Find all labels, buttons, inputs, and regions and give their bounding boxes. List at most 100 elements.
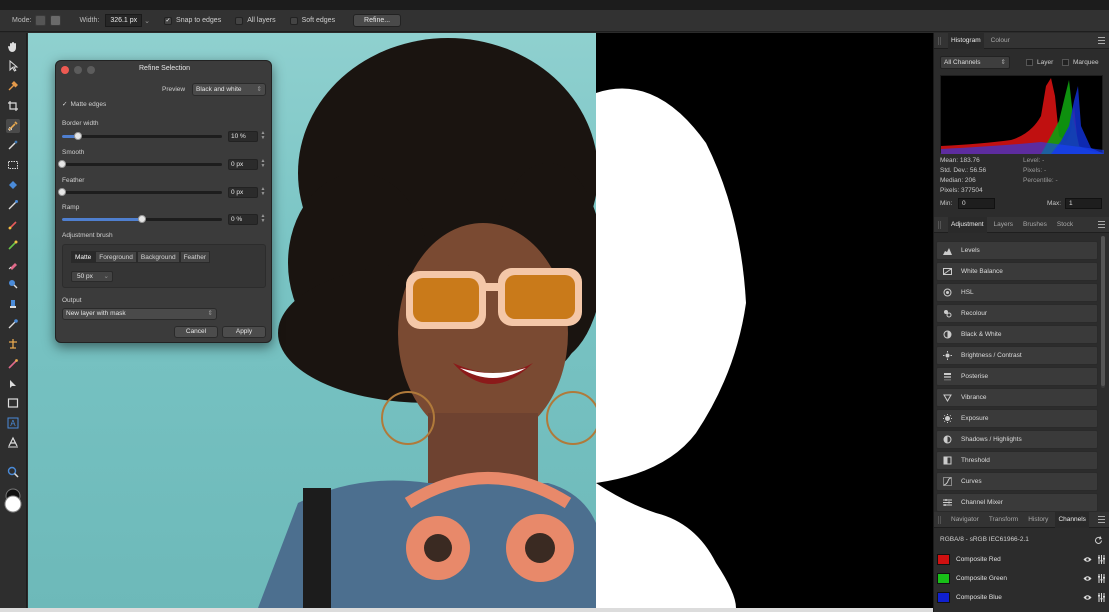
pixel-brush-icon[interactable] [6, 218, 20, 232]
magic-wand-icon[interactable] [6, 138, 20, 152]
adjustment-item-posterise[interactable]: Posterise [936, 367, 1098, 386]
scrollbar-thumb[interactable] [1101, 236, 1105, 386]
channel-row-green[interactable]: Composite Green [934, 569, 1109, 587]
tab-stock[interactable]: Stock [1054, 217, 1076, 233]
tab-layers[interactable]: Layers [991, 217, 1017, 233]
max-input[interactable]: 1 [1065, 198, 1102, 209]
stepper-icon[interactable]: ▲ ▼ [260, 214, 266, 225]
ramp-input[interactable]: 0 % [228, 214, 258, 225]
channel-options-icon[interactable] [1096, 573, 1106, 583]
adjustment-item-vibrance[interactable]: Vibrance [936, 388, 1098, 407]
eyedropper-icon[interactable] [6, 79, 20, 93]
adjustment-item-exposure[interactable]: Exposure [936, 409, 1098, 428]
grip-icon[interactable] [938, 516, 941, 524]
stepper-icon[interactable]: ▲ ▼ [260, 131, 266, 142]
clone-icon[interactable] [6, 297, 20, 311]
soft-edges-checkbox[interactable]: Soft edges [289, 16, 335, 25]
panel-menu-icon[interactable] [1098, 37, 1105, 44]
brush-tab-matte[interactable]: Matte [71, 251, 96, 263]
stepper-icon[interactable]: ▲ ▼ [260, 159, 266, 170]
border-width-slider[interactable] [62, 132, 222, 140]
tab-histogram[interactable]: Histogram [948, 32, 984, 49]
marquee-checkbox[interactable]: Marquee [1062, 59, 1099, 66]
brush-tab-background[interactable]: Background [136, 251, 180, 263]
brush-size-select[interactable]: 50 px ⌄ [71, 271, 113, 282]
preview-select[interactable]: Black and white ⇕ [192, 83, 266, 96]
all-layers-checkbox[interactable]: All layers [235, 16, 276, 25]
tab-channels[interactable]: Channels [1055, 511, 1089, 528]
brush-tab-foreground[interactable]: Foreground [95, 251, 137, 263]
red-eye-icon[interactable] [6, 357, 20, 371]
zoom-icon[interactable] [6, 465, 20, 479]
grip-icon[interactable] [938, 221, 941, 229]
eraser-icon[interactable] [6, 258, 20, 272]
refresh-icon[interactable] [1094, 536, 1103, 545]
rectangle-icon[interactable] [6, 396, 20, 410]
sponge-icon[interactable] [6, 337, 20, 351]
channel-options-icon[interactable] [1096, 554, 1106, 564]
min-input[interactable]: 0 [958, 198, 995, 209]
adjustment-item-threshold[interactable]: Threshold [936, 451, 1098, 470]
adjustment-item-white-balance[interactable]: White Balance [936, 262, 1098, 281]
adjustment-item-channel-mixer[interactable]: Channel Mixer [936, 493, 1098, 512]
tab-adjustment[interactable]: Adjustment [948, 216, 987, 233]
selection-brush-icon[interactable] [6, 119, 20, 133]
slider-knob[interactable] [74, 132, 82, 140]
tab-history[interactable]: History [1025, 512, 1051, 528]
adjustment-item-curves[interactable]: Curves [936, 472, 1098, 491]
color-swatch-icon[interactable] [3, 488, 23, 513]
channel-row-red[interactable]: Composite Red [934, 550, 1109, 568]
mode-new-button[interactable] [35, 15, 47, 26]
channel-select[interactable]: All Channels ⇕ [940, 56, 1010, 69]
adjustment-item-levels[interactable]: Levels [936, 241, 1098, 260]
dodge-icon[interactable] [6, 238, 20, 252]
eye-icon[interactable] [1082, 554, 1092, 564]
cancel-button[interactable]: Cancel [174, 326, 218, 338]
stepper-icon[interactable]: ▲ ▼ [260, 187, 266, 198]
fill-icon[interactable] [6, 178, 20, 192]
adjustment-scrollbar[interactable] [1101, 236, 1105, 388]
slider-knob[interactable] [58, 188, 66, 196]
adjustment-item-brightness-contrast[interactable]: Brightness / Contrast [936, 346, 1098, 365]
layer-checkbox[interactable]: Layer [1026, 59, 1053, 66]
text-icon[interactable]: A [6, 416, 20, 430]
eye-icon[interactable] [1082, 573, 1092, 583]
matte-edges-checkbox[interactable]: ✓ Matte edges [62, 100, 106, 109]
mode-add-button[interactable] [50, 15, 62, 26]
smooth-input[interactable]: 0 px [228, 159, 258, 170]
tab-transform[interactable]: Transform [986, 512, 1021, 528]
snap-to-edges-checkbox[interactable]: ✓ Snap to edges [164, 16, 221, 25]
apply-button[interactable]: Apply [222, 326, 266, 338]
chevron-down-icon[interactable]: ⌄ [144, 17, 150, 25]
move-icon[interactable] [6, 59, 20, 73]
smooth-slider[interactable] [58, 160, 222, 168]
adjustment-item-recolour[interactable]: Recolour [936, 304, 1098, 323]
crop-icon[interactable] [6, 99, 20, 113]
adjustment-item-black-white[interactable]: Black & White [936, 325, 1098, 344]
ramp-slider[interactable] [62, 215, 222, 223]
eye-icon[interactable] [1082, 592, 1092, 602]
marquee-icon[interactable] [6, 158, 20, 172]
adjustment-item-shadows-highlights[interactable]: Shadows / Highlights [936, 430, 1098, 449]
tab-navigator[interactable]: Navigator [948, 512, 982, 528]
refine-button[interactable]: Refine... [353, 14, 402, 27]
feather-slider[interactable] [58, 188, 222, 196]
slider-knob[interactable] [58, 160, 66, 168]
zoom-icon-small[interactable] [6, 277, 20, 291]
paint-brush-icon[interactable] [6, 198, 20, 212]
grip-icon[interactable] [938, 37, 941, 45]
hand-icon[interactable] [6, 40, 20, 54]
tab-brushes[interactable]: Brushes [1020, 217, 1050, 233]
frame-text-icon[interactable] [6, 435, 20, 449]
border-width-input[interactable]: 10 % [228, 131, 258, 142]
node-icon[interactable] [6, 377, 20, 391]
feather-input[interactable]: 0 px [228, 187, 258, 198]
adjustment-item-hsl[interactable]: HSL [936, 283, 1098, 302]
slider-knob[interactable] [138, 215, 146, 223]
channel-row-blue[interactable]: Composite Blue [934, 588, 1109, 606]
panel-menu-icon[interactable] [1098, 516, 1105, 523]
brush-tab-feather[interactable]: Feather [179, 251, 210, 263]
width-input[interactable]: 326.1 px [105, 14, 143, 27]
panel-menu-icon[interactable] [1098, 221, 1105, 228]
output-select[interactable]: New layer with mask ⇕ [62, 308, 217, 320]
